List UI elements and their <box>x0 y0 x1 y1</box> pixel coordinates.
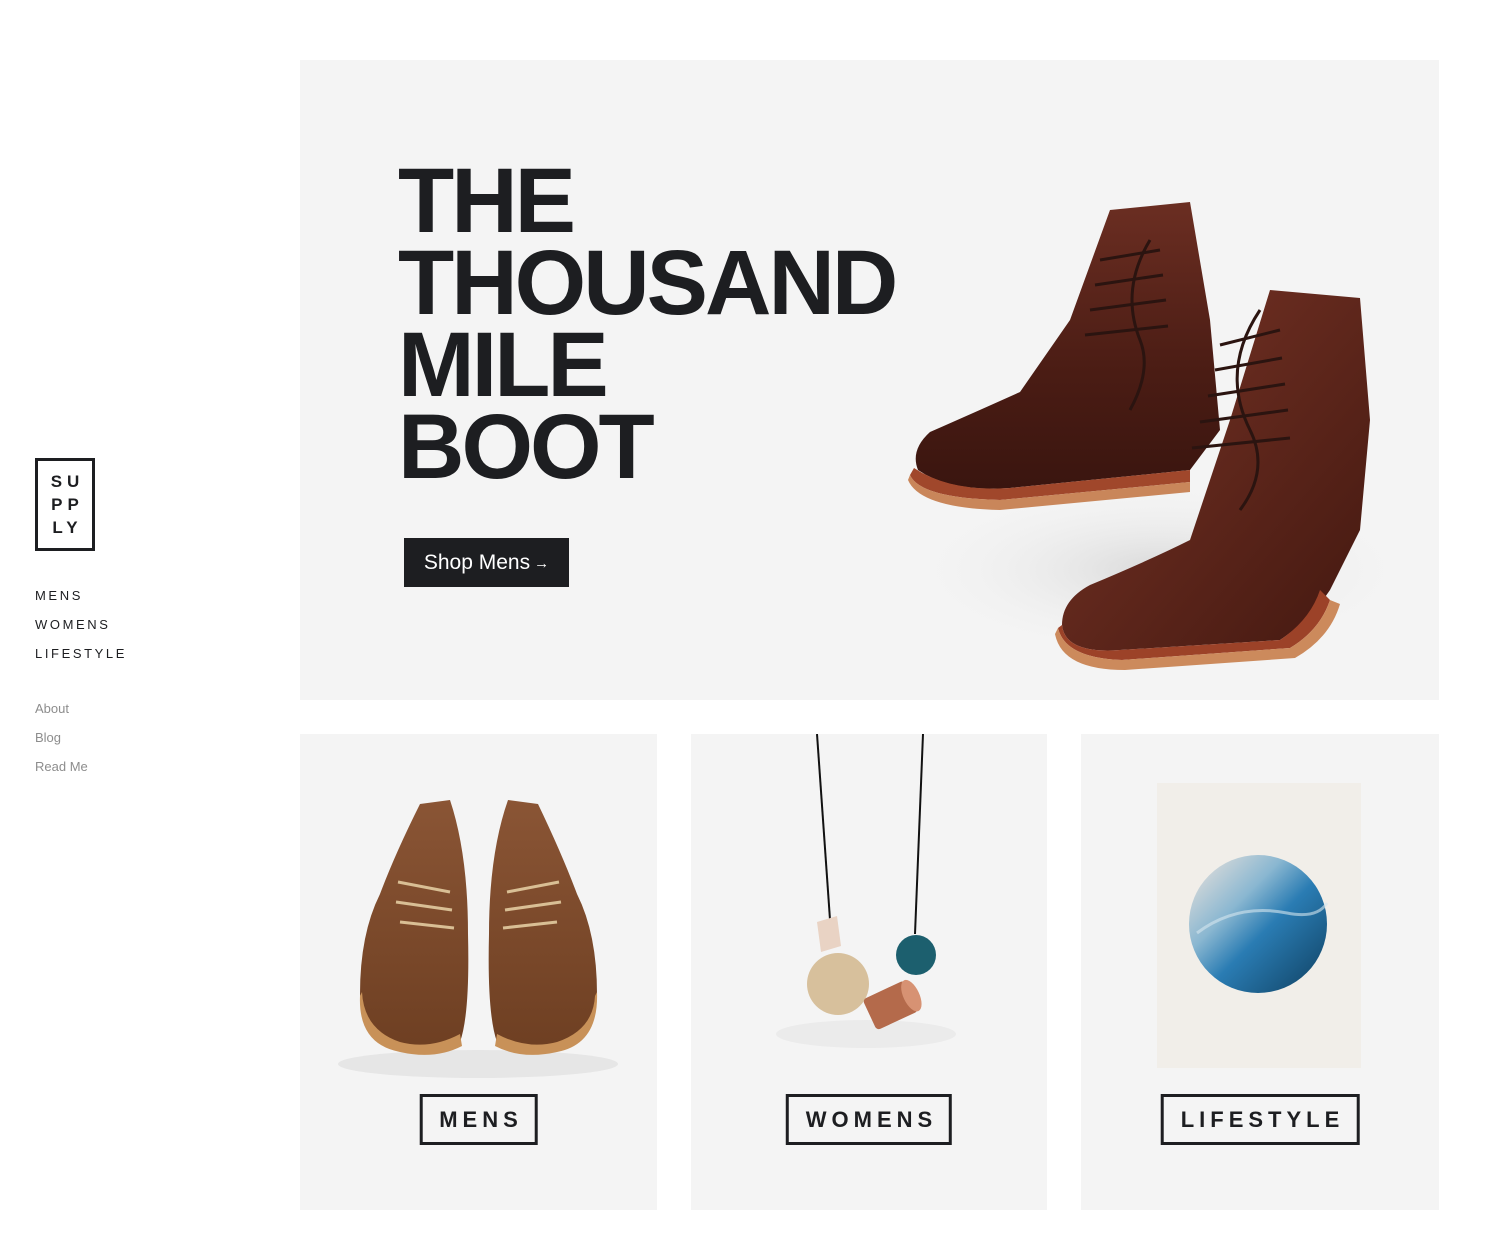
nav-link-about[interactable]: About <box>35 700 88 729</box>
logo-line: LY <box>52 518 83 537</box>
hero-title: THE THOUSAND MILE BOOT <box>398 150 898 498</box>
ocean-print-poster <box>1157 783 1361 1068</box>
shop-mens-label: Shop Mens <box>423 550 531 574</box>
category-card-womens[interactable]: WOMENS <box>691 734 1047 1210</box>
nav-link-blog[interactable]: Blog <box>35 729 88 758</box>
hero-title-line: MILE <box>398 314 609 416</box>
nav-link-lifestyle[interactable]: LIFESTYLE <box>35 645 127 674</box>
category-label[interactable]: MENS <box>419 1094 538 1145</box>
hero-banner: THE THOUSAND MILE BOOT Shop Mens → <box>300 60 1439 700</box>
hero-title-line: THE <box>398 150 576 252</box>
category-label[interactable]: WOMENS <box>785 1094 953 1145</box>
category-card-mens[interactable]: MENS <box>300 734 657 1210</box>
boots-product-image <box>900 202 1410 670</box>
logo-line: PP <box>51 495 84 514</box>
logo-line: SU <box>50 472 85 491</box>
necklace-image <box>776 734 956 1048</box>
chukka-boots-image <box>338 800 618 1078</box>
nav-link-mens[interactable]: MENS <box>35 587 127 616</box>
hero-title-line: THOUSAND <box>398 232 898 334</box>
secondary-nav: About Blog Read Me <box>35 700 88 787</box>
shop-mens-button[interactable]: Shop Mens → <box>404 538 569 587</box>
primary-nav: MENS WOMENS LIFESTYLE <box>35 587 127 674</box>
brand-logo[interactable]: SU PP LY <box>35 458 95 551</box>
nav-link-womens[interactable]: WOMENS <box>35 616 127 645</box>
nav-link-read-me[interactable]: Read Me <box>35 758 88 787</box>
ocean-print-image <box>1189 855 1329 993</box>
arrow-right-icon: → <box>534 555 550 572</box>
category-label[interactable]: LIFESTYLE <box>1160 1094 1360 1145</box>
category-card-lifestyle[interactable]: LIFESTYLE <box>1081 734 1439 1210</box>
hero-title-line: BOOT <box>398 396 655 498</box>
